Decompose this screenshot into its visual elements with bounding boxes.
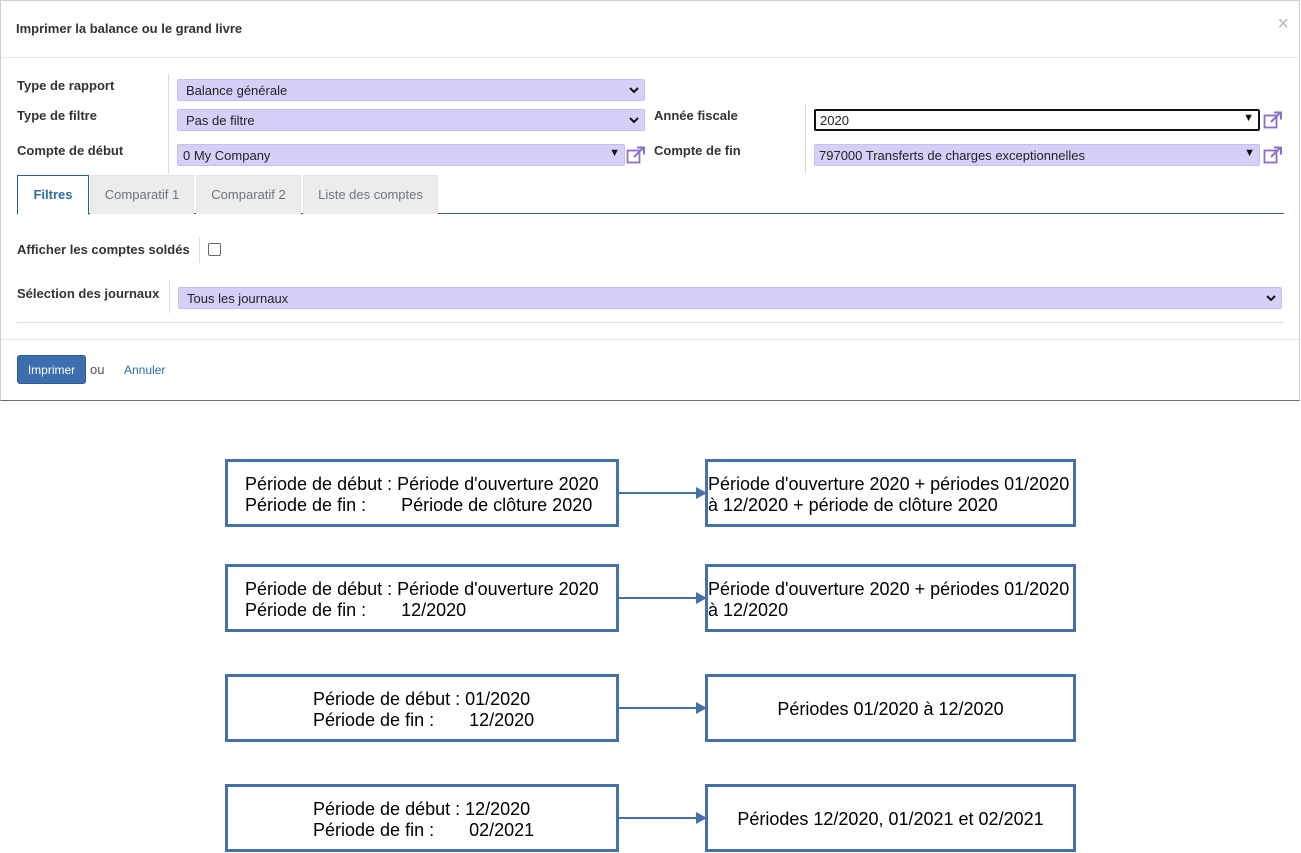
dropdown-triangle-icon: ▼	[1244, 147, 1255, 159]
chevron-down-icon	[1266, 295, 1276, 302]
diagram-right-line: Période d'ouverture 2020 + périodes 01/2…	[708, 579, 1070, 599]
diagram-left-box: Période de début : 12/2020 Période de fi…	[225, 784, 619, 852]
or-text: ou	[90, 362, 105, 377]
start-account-value: 0 My Company	[183, 148, 271, 163]
diagram-arrow	[619, 812, 707, 824]
chevron-down-icon	[629, 117, 639, 124]
journals-select[interactable]: Tous les journaux	[178, 287, 1282, 309]
print-button[interactable]: Imprimer	[17, 355, 86, 384]
filter-type-select[interactable]: Pas de filtre	[177, 109, 645, 131]
fiscal-year-select[interactable]: 2020 ▼	[814, 109, 1260, 131]
diagram-left-line: Période de début : 01/2020	[313, 689, 531, 709]
diagram-right-box: Période d'ouverture 2020 + périodes 01/2…	[705, 459, 1076, 527]
end-account-label: Compte de fin	[654, 143, 741, 158]
diagram-left-box: Période de début : Période d'ouverture 2…	[225, 564, 619, 632]
tab-filtres[interactable]: Filtres	[17, 175, 89, 215]
diagram-arrow	[619, 487, 707, 499]
show-settled-label: Afficher les comptes soldés	[17, 242, 190, 257]
label-separator	[199, 237, 200, 263]
diagram-right-line: à 12/2020	[708, 600, 789, 620]
start-account-label: Compte de début	[17, 143, 124, 158]
chevron-down-icon	[629, 87, 639, 94]
dropdown-triangle-icon: ▼	[609, 147, 620, 159]
content-divider	[17, 322, 1284, 323]
tab-comparatif-1[interactable]: Comparatif 1	[90, 175, 194, 214]
report-type-value: Balance générale	[186, 83, 288, 98]
diagram-left-line: Période de fin : 02/2021	[313, 820, 535, 840]
journals-label: Sélection des journaux	[17, 286, 160, 301]
filter-type-value: Pas de filtre	[186, 113, 255, 128]
diagram-right-line: Périodes 01/2020 à 12/2020	[777, 699, 1004, 719]
label-separator	[805, 104, 806, 174]
diagram-left-box: Période de début : 01/2020 Période de fi…	[225, 674, 619, 742]
diagram-left-line: Période de fin : 12/2020	[245, 600, 467, 620]
print-balance-dialog: Imprimer la balance ou le grand livre × …	[0, 0, 1301, 401]
diagram-right-line: à 12/2020 + période de clôture 2020	[708, 495, 998, 515]
filter-type-label: Type de filtre	[17, 108, 97, 123]
dialog-header: Imprimer la balance ou le grand livre ×	[1, 1, 1299, 58]
label-separator	[169, 281, 170, 313]
start-account-select[interactable]: 0 My Company ▼	[177, 144, 625, 166]
diagram-left-line: Période de début : 12/2020	[313, 799, 531, 819]
external-link-icon[interactable]	[626, 146, 646, 164]
diagram-right-box: Périodes 12/2020, 01/2021 et 02/2021	[705, 784, 1076, 852]
diagram-arrow	[619, 702, 707, 714]
show-settled-checkbox[interactable]	[208, 243, 221, 256]
external-link-icon[interactable]	[1263, 111, 1283, 129]
diagram-right-line: Période d'ouverture 2020 + périodes 01/2…	[708, 474, 1070, 494]
end-account-select[interactable]: 797000 Transferts de charges exceptionne…	[814, 144, 1260, 166]
diagram-right-line: Périodes 12/2020, 01/2021 et 02/2021	[737, 809, 1044, 829]
external-link-icon[interactable]	[1263, 146, 1283, 164]
diagram-right-box: Période d'ouverture 2020 + périodes 01/2…	[705, 564, 1076, 632]
tab-liste-des-comptes[interactable]: Liste des comptes	[303, 175, 438, 214]
diagram-left-line: Période de fin : 12/2020	[313, 710, 535, 730]
fiscal-year-label: Année fiscale	[654, 108, 738, 123]
diagram-arrow	[619, 592, 707, 604]
report-type-label: Type de rapport	[17, 78, 115, 93]
dialog-title: Imprimer la balance ou le grand livre	[16, 21, 243, 36]
diagram-right-box: Périodes 01/2020 à 12/2020	[705, 674, 1076, 742]
label-separator	[168, 74, 169, 174]
diagram-left-line: Période de début : Période d'ouverture 2…	[245, 579, 599, 599]
fiscal-year-value: 2020	[820, 113, 849, 128]
report-type-select[interactable]: Balance générale	[177, 79, 645, 101]
dropdown-triangle-icon: ▼	[1243, 112, 1254, 124]
footer-divider	[1, 339, 1301, 340]
journals-value: Tous les journaux	[187, 291, 289, 306]
cancel-link[interactable]: Annuler	[124, 363, 165, 377]
diagram-left-line: Période de fin : Période de clôture 2020	[245, 495, 593, 515]
tab-comparatif-2[interactable]: Comparatif 2	[196, 175, 301, 214]
close-icon[interactable]: ×	[1277, 14, 1289, 34]
diagram-left-line: Période de début : Période d'ouverture 2…	[245, 474, 599, 494]
diagram-left-box: Période de début : Période d'ouverture 2…	[225, 459, 619, 527]
end-account-value: 797000 Transferts de charges exceptionne…	[819, 148, 1085, 163]
